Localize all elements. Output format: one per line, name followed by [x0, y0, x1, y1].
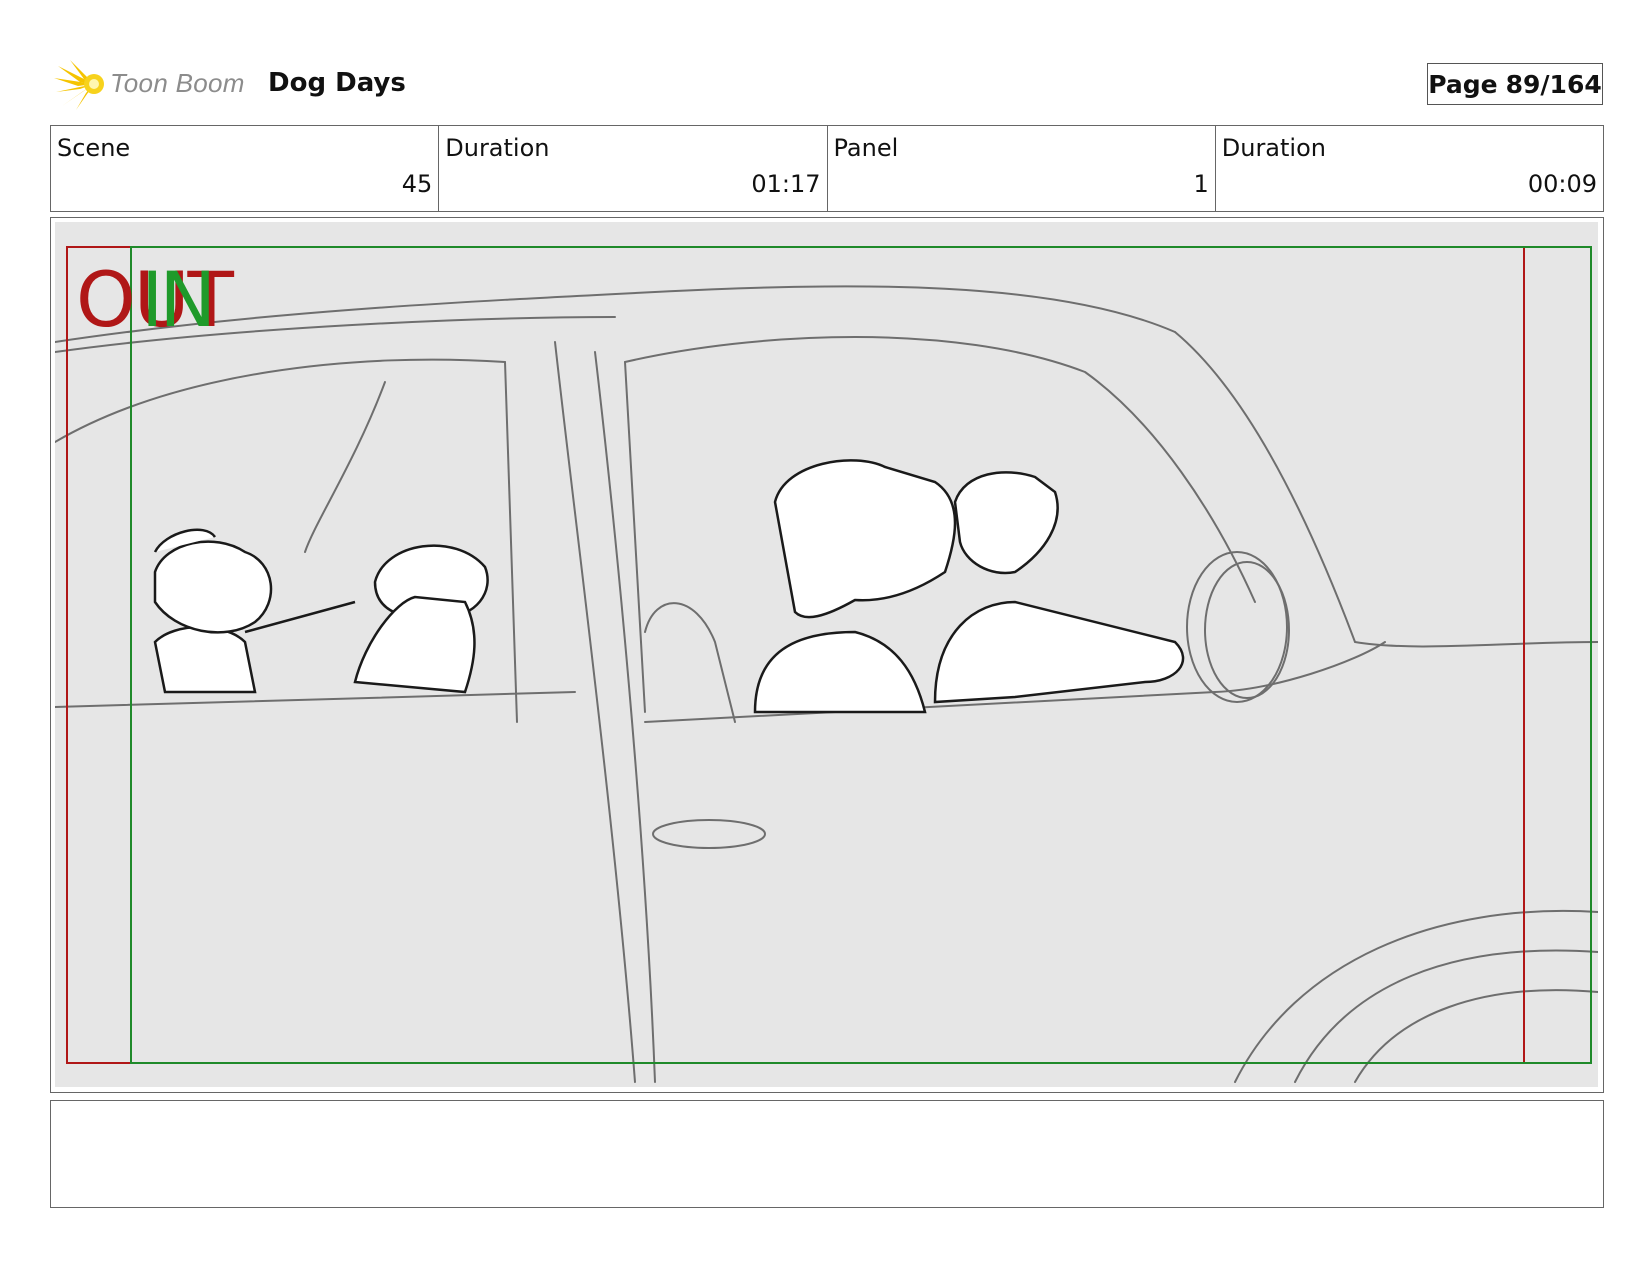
scene-value: 45: [401, 170, 433, 198]
scene-info-row: Scene 45 Duration 01:17 Panel 1 Duration…: [50, 125, 1604, 212]
panel-duration-label: Duration: [1221, 134, 1326, 162]
page-label: Page: [1428, 69, 1498, 99]
logo-text: Toon Boom: [110, 68, 245, 98]
panel-value: 1: [1193, 170, 1209, 198]
in-label: IN: [141, 255, 216, 344]
toon-boom-logo: Toon Boom: [54, 56, 250, 112]
project-title: Dog Days: [268, 68, 406, 98]
panel-label: Panel: [833, 134, 899, 162]
panel-notes-box[interactable]: [50, 1100, 1604, 1208]
panel-duration-value: 00:09: [1527, 170, 1597, 198]
panel-cell: Panel 1: [828, 126, 1216, 211]
scene-cell: Scene 45: [51, 126, 440, 211]
scene-duration-value: 01:17: [751, 170, 821, 198]
panel-duration-cell: Duration 00:09: [1216, 126, 1603, 211]
scene-label: Scene: [57, 134, 131, 162]
in-frame-boundary: [130, 246, 1592, 1064]
scene-duration-label: Duration: [445, 134, 550, 162]
sunburst-icon: [54, 60, 104, 110]
scene-duration-cell: Duration 01:17: [439, 126, 828, 211]
page-number: 89/164: [1505, 69, 1602, 99]
page-indicator: Page 89/164: [1427, 63, 1603, 105]
